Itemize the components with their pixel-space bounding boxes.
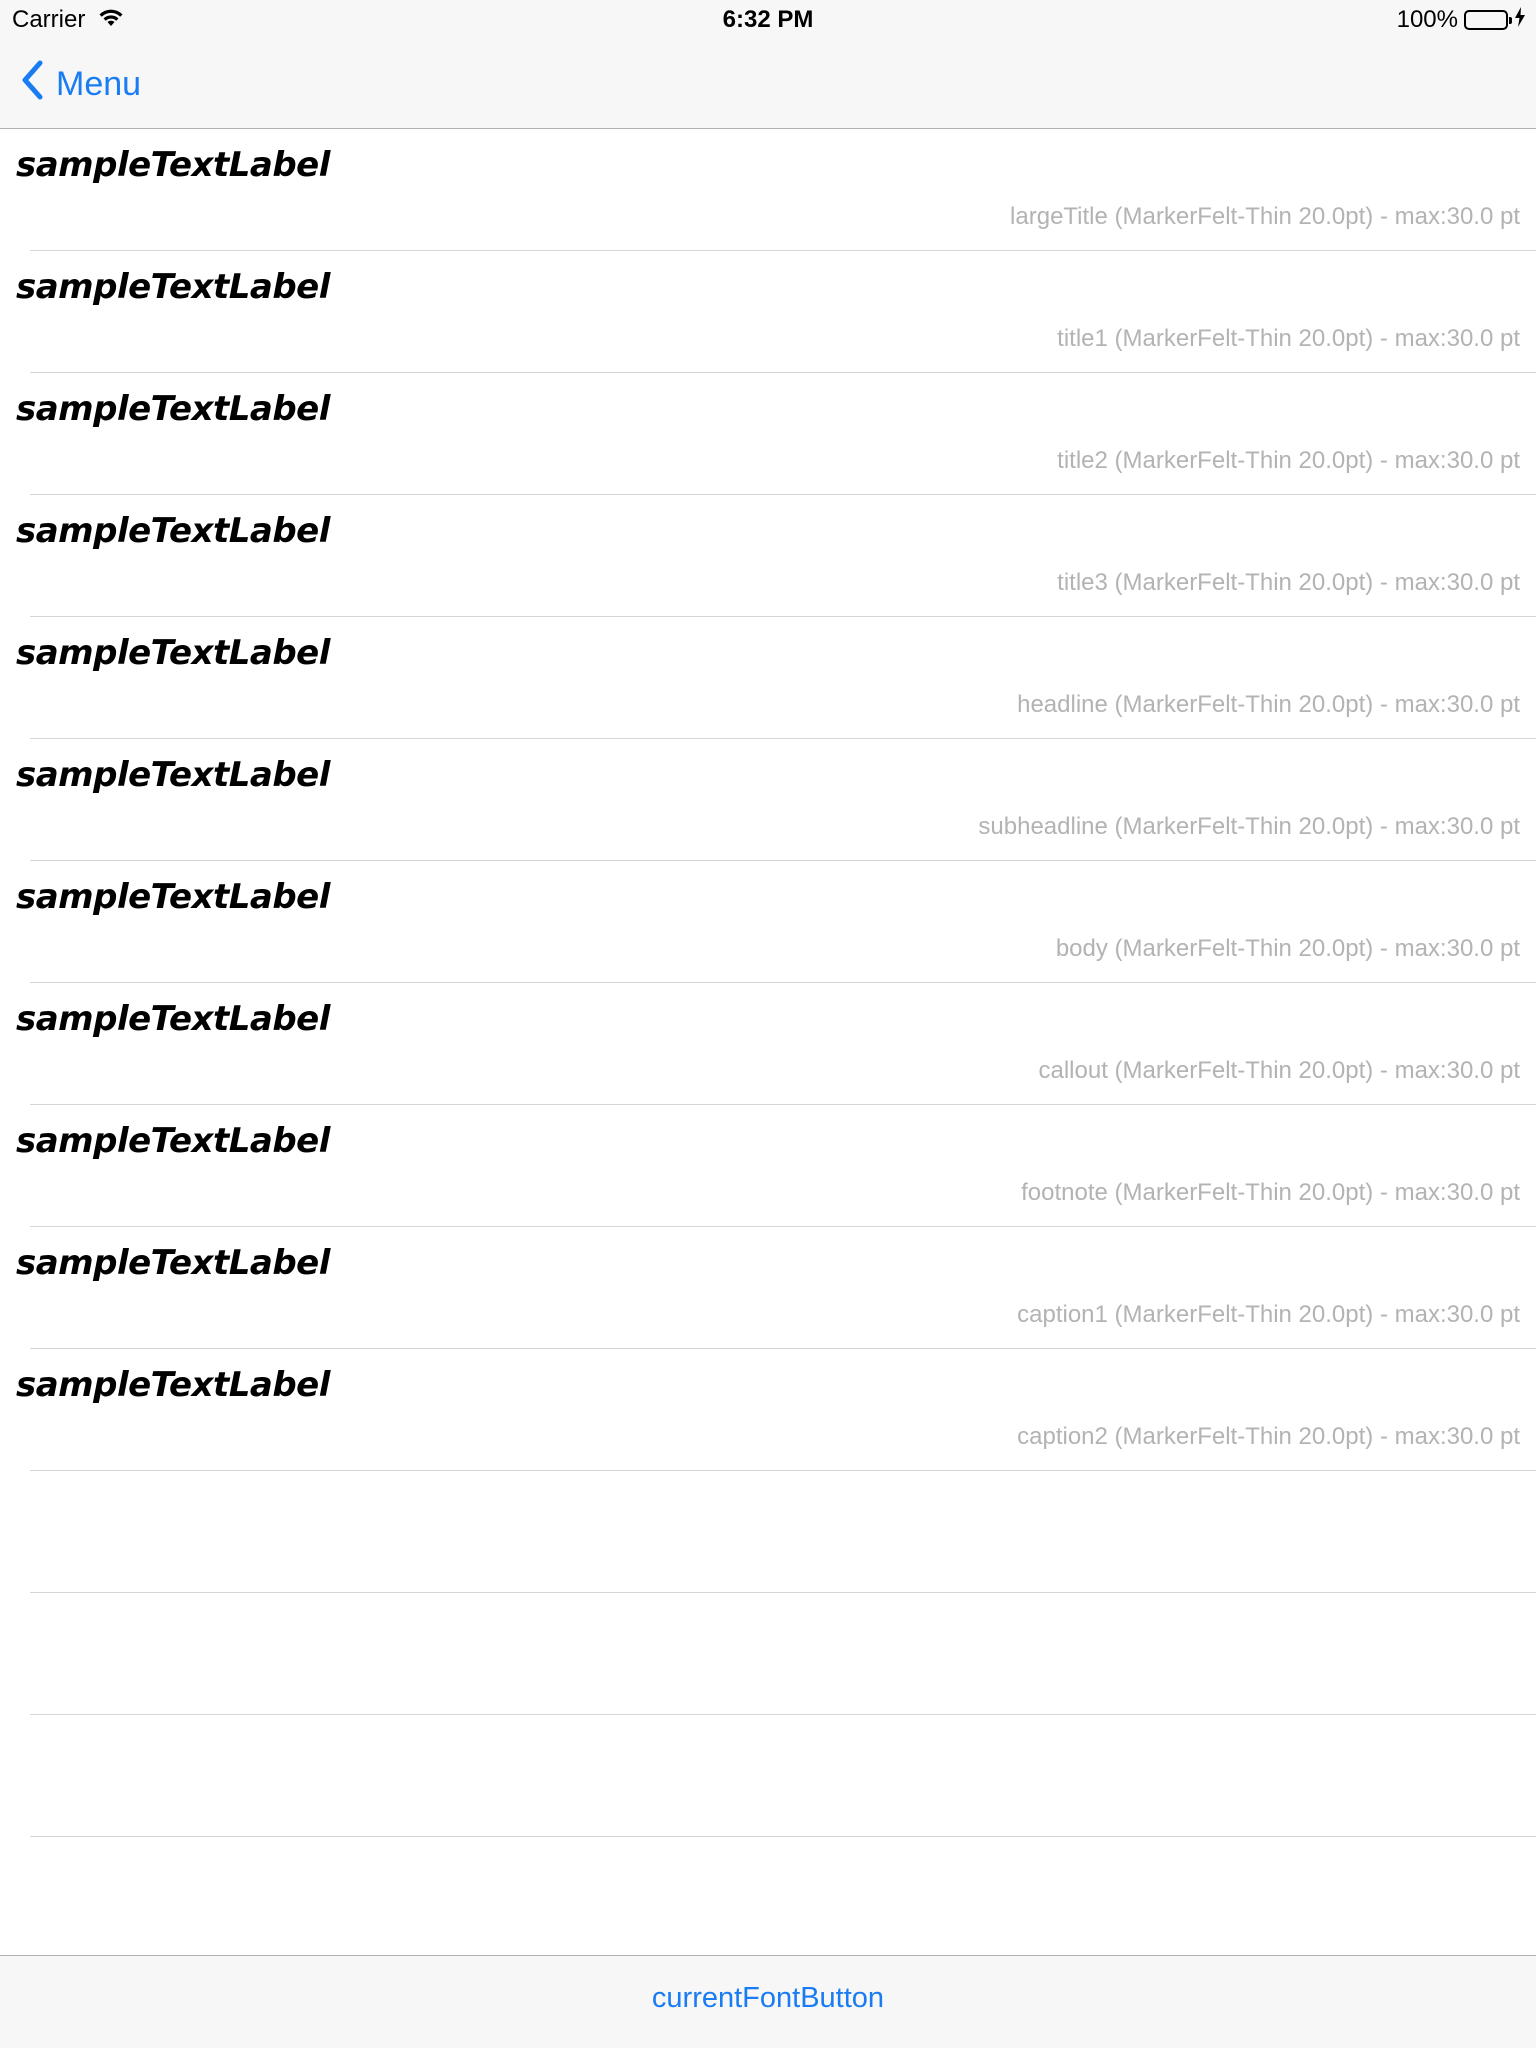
sample-text-label: sampleTextLabel xyxy=(16,999,330,1039)
font-list[interactable]: sampleTextLabel largeTitle (MarkerFelt-T… xyxy=(0,129,1536,1837)
font-detail-label: title1 (MarkerFelt-Thin 20.0pt) - max:30… xyxy=(1057,325,1520,352)
list-row[interactable]: sampleTextLabel largeTitle (MarkerFelt-T… xyxy=(0,129,1536,251)
list-row[interactable]: sampleTextLabel title2 (MarkerFelt-Thin … xyxy=(0,373,1536,495)
list-row[interactable]: sampleTextLabel callout (MarkerFelt-Thin… xyxy=(0,983,1536,1105)
sample-text-label: sampleTextLabel xyxy=(16,389,330,429)
list-row[interactable]: sampleTextLabel title3 (MarkerFelt-Thin … xyxy=(0,495,1536,617)
sample-text-label: sampleTextLabel xyxy=(16,1243,330,1283)
list-row[interactable]: sampleTextLabel headline (MarkerFelt-Thi… xyxy=(0,617,1536,739)
status-bar: Carrier 6:32 PM 100% xyxy=(0,0,1536,40)
list-row[interactable]: sampleTextLabel title1 (MarkerFelt-Thin … xyxy=(0,251,1536,373)
sample-text-label: sampleTextLabel xyxy=(16,877,330,917)
font-detail-label: callout (MarkerFelt-Thin 20.0pt) - max:3… xyxy=(1038,1057,1520,1084)
font-detail-label: footnote (MarkerFelt-Thin 20.0pt) - max:… xyxy=(1021,1179,1520,1206)
battery-icon xyxy=(1464,10,1512,30)
sample-text-label: sampleTextLabel xyxy=(16,511,330,551)
status-right: 100% xyxy=(1397,6,1526,34)
font-detail-label: title3 (MarkerFelt-Thin 20.0pt) - max:30… xyxy=(1057,569,1520,596)
back-button[interactable]: Menu xyxy=(20,60,141,109)
status-time: 6:32 PM xyxy=(722,6,814,33)
font-detail-label: caption1 (MarkerFelt-Thin 20.0pt) - max:… xyxy=(1017,1301,1520,1328)
sample-text-label: sampleTextLabel xyxy=(16,1365,330,1405)
sample-text-label: sampleTextLabel xyxy=(16,633,330,673)
list-row[interactable]: sampleTextLabel body (MarkerFelt-Thin 20… xyxy=(0,861,1536,983)
font-detail-label: subheadline (MarkerFelt-Thin 20.0pt) - m… xyxy=(978,813,1520,840)
battery-percent: 100% xyxy=(1396,6,1458,33)
current-font-button[interactable]: currentFontButton xyxy=(0,1982,1536,2015)
list-row[interactable]: sampleTextLabel subheadline (MarkerFelt-… xyxy=(0,739,1536,861)
empty-row xyxy=(0,1593,1536,1715)
list-row[interactable]: sampleTextLabel caption2 (MarkerFelt-Thi… xyxy=(0,1349,1536,1471)
list-row[interactable]: sampleTextLabel caption1 (MarkerFelt-Thi… xyxy=(0,1227,1536,1349)
navigation-bar: Menu xyxy=(0,40,1536,129)
font-detail-label: body (MarkerFelt-Thin 20.0pt) - max:30.0… xyxy=(1055,935,1520,962)
list-row[interactable]: sampleTextLabel footnote (MarkerFelt-Thi… xyxy=(0,1105,1536,1227)
empty-row xyxy=(0,1471,1536,1593)
sample-text-label: sampleTextLabel xyxy=(16,267,330,307)
charging-bolt-icon xyxy=(1514,6,1526,34)
back-label: Menu xyxy=(56,65,142,103)
font-detail-label: title2 (MarkerFelt-Thin 20.0pt) - max:30… xyxy=(1057,447,1520,474)
bottom-toolbar: currentFontButton xyxy=(0,1955,1536,2048)
font-detail-label: caption2 (MarkerFelt-Thin 20.0pt) - max:… xyxy=(1017,1423,1520,1450)
sample-text-label: sampleTextLabel xyxy=(16,755,330,795)
sample-text-label: sampleTextLabel xyxy=(16,145,330,185)
empty-row xyxy=(0,1715,1536,1837)
chevron-left-icon xyxy=(20,60,56,109)
font-detail-label: largeTitle (MarkerFelt-Thin 20.0pt) - ma… xyxy=(1010,203,1520,230)
font-detail-label: headline (MarkerFelt-Thin 20.0pt) - max:… xyxy=(1017,691,1520,718)
sample-text-label: sampleTextLabel xyxy=(16,1121,330,1161)
